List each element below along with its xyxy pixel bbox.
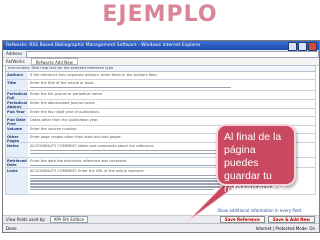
window-controls: [288, 42, 317, 51]
form-row: Pub Year Enter the four digit year of pub…: [5, 109, 316, 117]
field-hint: Enter the four digit year of publication…: [30, 110, 101, 114]
minimize-icon[interactable]: [288, 42, 297, 51]
field-hint: Enter the title of the article or book.: [30, 81, 95, 85]
field-label: Links: [6, 168, 28, 194]
field-label: Retrieved Date: [6, 158, 28, 167]
address-bar: Address: [3, 50, 319, 58]
form-actions-bar: View fields used by: APA 6th Edition Sav…: [3, 215, 319, 223]
field-content: If the reference has corporate authors, …: [28, 72, 315, 79]
field-hint: Enter the full journal or periodical nam…: [30, 92, 103, 96]
field-label: Pub Year: [6, 109, 28, 116]
field-label: Title: [6, 80, 28, 90]
save-buttons: Save Reference Save & Add New: [219, 216, 319, 223]
field-label: Periodical Abbrev: [6, 100, 28, 109]
field-content: Enter the abbreviated journal name.: [28, 100, 315, 108]
address-label: Address: [6, 51, 22, 56]
save-add-new-button[interactable]: Save & Add New: [267, 216, 315, 223]
field-content: Enter the title of the article or book.: [28, 80, 315, 90]
status-bar: Done Internet | Protected Mode: On: [3, 223, 319, 232]
field-content: Enter the four digit year of publication…: [28, 109, 315, 116]
field-hint: If the reference has corporate authors, …: [30, 73, 158, 77]
form-row: Periodical Abbrev Enter the abbreviated j…: [5, 100, 316, 109]
field-hint: Dates other than the publication year.: [30, 118, 99, 122]
field-label: Pub Date Free From: [6, 117, 28, 130]
window-title: Refworks: RSS Based Bibliographic Manage…: [6, 43, 201, 48]
field-label: Volume: [6, 126, 28, 133]
tab-refworks[interactable]: RefWorks: [6, 58, 25, 65]
form-instructions: Instructions: field help text for the se…: [5, 65, 316, 72]
zone-indicator: Internet | Protected Mode: On: [255, 226, 315, 231]
address-input[interactable]: [25, 50, 319, 58]
field-label: Periodical Full: [6, 91, 28, 100]
callout-bubble: Al final de la página puedes guardar tu …: [216, 124, 296, 208]
field-hint: Enter the abbreviated journal name.: [30, 101, 96, 105]
tab-add-new[interactable]: Refworks Add New: [30, 58, 78, 65]
form-row: Periodical Full Enter the full journal or…: [5, 91, 316, 100]
form-row: Authors If the reference has corporate au…: [5, 72, 316, 80]
field-label: Other Pages: [6, 134, 28, 143]
field-help-lines: [30, 86, 313, 89]
field-label: Authors: [6, 72, 28, 79]
save-reference-button[interactable]: Save Reference: [219, 216, 265, 223]
output-style-select[interactable]: APA 6th Edition: [49, 216, 89, 223]
field-content: Enter the full journal or periodical nam…: [28, 91, 315, 99]
field-label: Notes: [6, 143, 28, 157]
status-text: Done: [6, 226, 17, 231]
form-row: Title Enter the title of the article or b…: [5, 80, 316, 91]
callout-text: Al final de la página puedes guardar tu …: [224, 131, 285, 208]
maximize-icon[interactable]: [298, 42, 307, 51]
close-icon[interactable]: [308, 42, 317, 51]
window-titlebar: Refworks: RSS Based Bibliographic Manage…: [3, 41, 319, 51]
slide-title: EJEMPLO: [102, 2, 218, 27]
